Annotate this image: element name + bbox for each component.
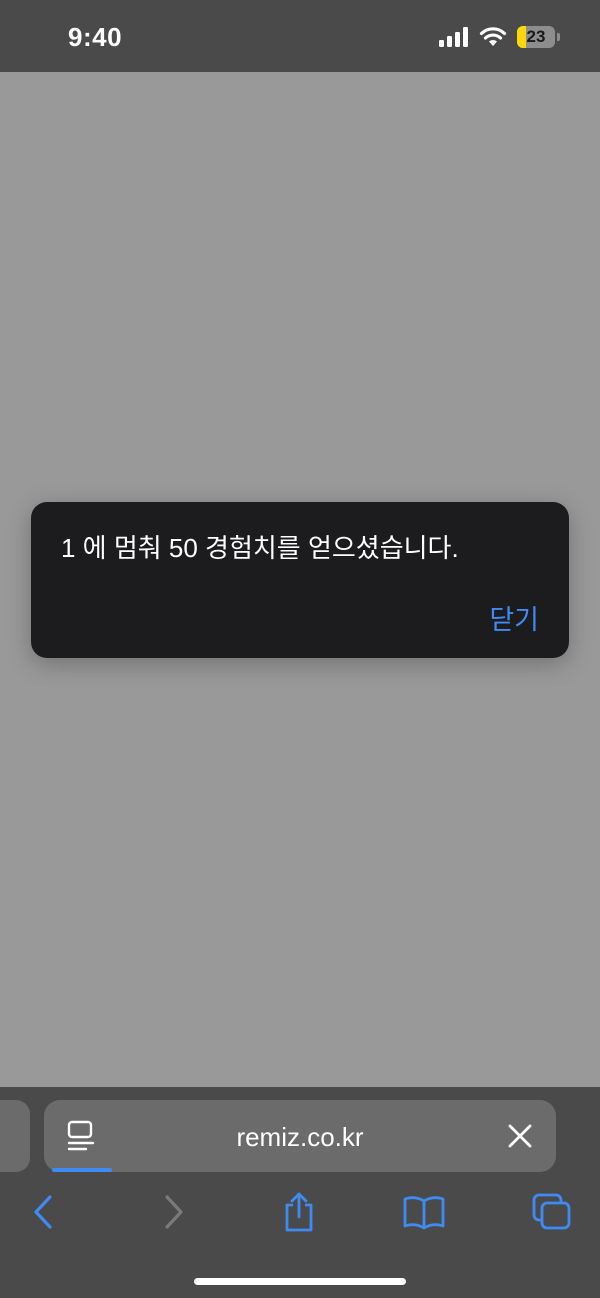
status-icons: 23 [439, 26, 560, 48]
loading-progress-indicator [52, 1168, 112, 1172]
address-bar[interactable]: remiz.co.kr [44, 1100, 556, 1172]
wifi-icon [479, 27, 507, 46]
browser-bottom-bar: remiz.co.kr [0, 1087, 600, 1298]
url-text[interactable]: remiz.co.kr [44, 1122, 556, 1153]
status-time: 9:40 [68, 22, 123, 52]
back-button[interactable] [18, 1187, 68, 1237]
bookmarks-button[interactable] [399, 1187, 449, 1237]
forward-icon [165, 1195, 183, 1229]
share-button[interactable] [274, 1187, 324, 1237]
battery-icon: 23 [517, 26, 555, 48]
share-icon [285, 1192, 313, 1232]
previous-tab-preview[interactable] [0, 1100, 30, 1172]
tabs-button[interactable] [527, 1187, 577, 1237]
battery-nub [557, 33, 560, 41]
alert-dialog: 1 에 멈춰 50 경험치를 얻으셨습니다. 닫기 [31, 502, 569, 658]
alert-message: 1 에 멈춰 50 경험치를 얻으셨습니다. [61, 533, 459, 563]
home-indicator[interactable] [194, 1278, 406, 1285]
battery-level: 23 [526, 27, 546, 46]
close-button[interactable]: 닫기 [489, 598, 539, 637]
browser-toolbar [0, 1187, 600, 1237]
cellular-signal-icon [439, 27, 468, 47]
forward-button[interactable] [149, 1187, 199, 1237]
close-icon[interactable] [506, 1122, 534, 1150]
back-icon [34, 1195, 52, 1229]
tabs-icon [532, 1193, 571, 1230]
status-bar: 9:40 23 [0, 0, 600, 72]
battery-fill [517, 26, 526, 48]
bookmarks-icon [403, 1196, 445, 1230]
